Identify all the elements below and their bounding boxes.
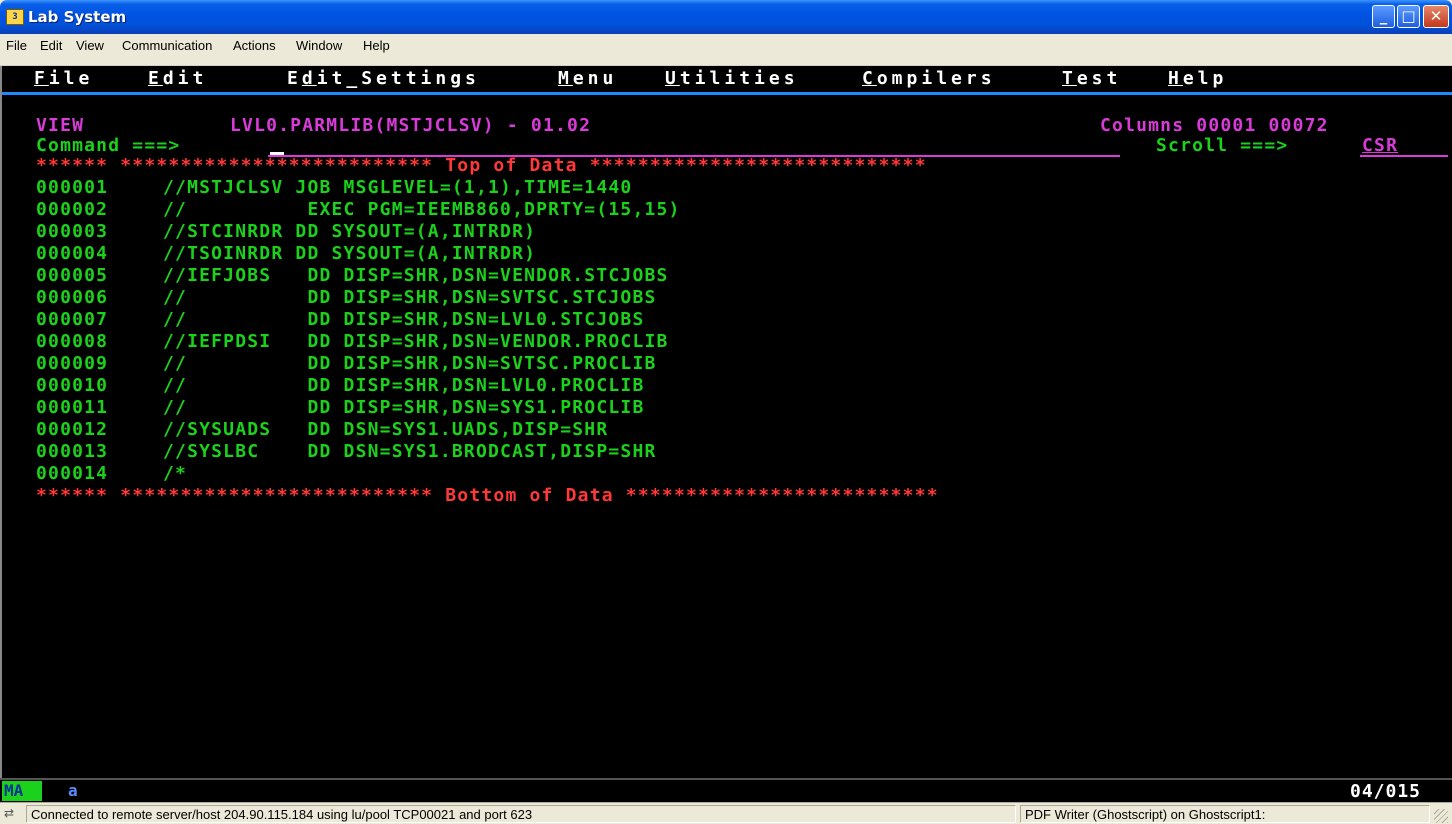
menu-window[interactable]: Window: [296, 38, 342, 53]
ispf-menu-file[interactable]: File: [34, 68, 93, 89]
close-button[interactable]: ✕: [1423, 5, 1449, 28]
menu-communication[interactable]: Communication: [122, 38, 212, 53]
oia-indicator: MA: [2, 781, 42, 801]
terminal-app-icon: 3: [6, 9, 24, 25]
line-number[interactable]: 000005: [36, 266, 108, 286]
connection-status: Connected to remote server/host 204.90.1…: [26, 805, 1016, 823]
printer-status: PDF Writer (Ghostscript) on Ghostscript1…: [1020, 805, 1430, 823]
line-number[interactable]: 000014: [36, 464, 108, 484]
line-number[interactable]: 000008: [36, 332, 108, 352]
line-number[interactable]: 000004: [36, 244, 108, 264]
ispf-menu-menu[interactable]: Menu: [558, 68, 617, 89]
ispf-action-bar: File Edit Edit_Settings Menu Utilities C…: [2, 68, 1452, 90]
action-bar-divider: [2, 92, 1452, 95]
host-menubar: File Edit View Communication Actions Win…: [0, 34, 1452, 66]
line-text[interactable]: //MSTJCLSV JOB MSGLEVEL=(1,1),TIME=1440: [163, 178, 632, 198]
menu-help[interactable]: Help: [363, 38, 390, 53]
menu-view[interactable]: View: [76, 38, 104, 53]
resize-grip-icon[interactable]: [1434, 809, 1448, 823]
window-title: Lab System: [28, 8, 127, 26]
line-number[interactable]: 000002: [36, 200, 108, 220]
line-number[interactable]: 000001: [36, 178, 108, 198]
operator-information-area: MA a 04/015: [0, 778, 1452, 802]
menu-actions[interactable]: Actions: [233, 38, 276, 53]
ispf-menu-edit[interactable]: Edit: [148, 68, 207, 89]
column-range: Columns 00001 00072: [1100, 115, 1329, 136]
line-number[interactable]: 000007: [36, 310, 108, 330]
line-text[interactable]: /*: [163, 464, 187, 484]
cursor-position: 04/015: [1350, 781, 1422, 802]
line-text[interactable]: // DD DISP=SHR,DSN=SYS1.PROCLIB: [163, 398, 644, 418]
menu-edit[interactable]: Edit: [40, 38, 62, 53]
line-text[interactable]: // DD DISP=SHR,DSN=LVL0.PROCLIB: [163, 376, 644, 396]
line-text[interactable]: //STCINRDR DD SYSOUT=(A,INTRDR): [163, 222, 536, 242]
ispf-menu-compilers[interactable]: Compilers: [862, 68, 996, 89]
line-text[interactable]: //SYSUADS DD DSN=SYS1.UADS,DISP=SHR: [163, 420, 608, 440]
line-text[interactable]: // DD DISP=SHR,DSN=SVTSC.PROCLIB: [163, 354, 657, 374]
line-text[interactable]: //IEFPDSI DD DISP=SHR,DSN=VENDOR.PROCLIB: [163, 332, 669, 352]
bottom-of-data-marker: ****** ************************** Bottom…: [36, 485, 939, 506]
dataset-name: LVL0.PARMLIB(MSTJCLSV) - 01.02: [230, 115, 592, 136]
line-text[interactable]: //TSOINRDR DD SYSOUT=(A,INTRDR): [163, 244, 536, 264]
ispf-menu-utilities[interactable]: Utilities: [665, 68, 799, 89]
line-number[interactable]: 000006: [36, 288, 108, 308]
scroll-field-underline: [1360, 155, 1448, 157]
line-number[interactable]: 000011: [36, 398, 108, 418]
scroll-label: Scroll ===>: [1156, 135, 1289, 156]
top-of-data-marker: ****** ************************** Top of…: [36, 155, 927, 176]
line-number[interactable]: 000010: [36, 376, 108, 396]
line-text[interactable]: // DD DISP=SHR,DSN=SVTSC.STCJOBS: [163, 288, 657, 308]
scroll-amount-input[interactable]: CSR: [1362, 136, 1398, 156]
line-text[interactable]: //SYSLBC DD DSN=SYS1.BRODCAST,DISP=SHR: [163, 442, 657, 462]
ispf-menu-edit-settings[interactable]: Edit_Settings: [287, 68, 480, 89]
status-bar: ⇄ Connected to remote server/host 204.90…: [0, 802, 1452, 824]
minimize-button[interactable]: _: [1372, 5, 1395, 28]
maximize-button[interactable]: □: [1397, 5, 1420, 28]
line-text[interactable]: //IEFJOBS DD DISP=SHR,DSN=VENDOR.STCJOBS: [163, 266, 669, 286]
connection-icon: ⇄: [4, 806, 15, 820]
line-number[interactable]: 000013: [36, 442, 108, 462]
line-number[interactable]: 000009: [36, 354, 108, 374]
line-number[interactable]: 000003: [36, 222, 108, 242]
window-title-bar[interactable]: 3 Lab System _ □ ✕: [0, 0, 1452, 34]
command-label: Command ===>: [36, 135, 181, 156]
menu-file[interactable]: File: [6, 38, 27, 53]
line-text[interactable]: // EXEC PGM=IEEMB860,DPRTY=(15,15): [163, 200, 681, 220]
line-number[interactable]: 000012: [36, 420, 108, 440]
line-text[interactable]: // DD DISP=SHR,DSN=LVL0.STCJOBS: [163, 310, 644, 330]
ispf-menu-test[interactable]: Test: [1062, 68, 1121, 89]
terminal-screen[interactable]: File Edit Edit_Settings Menu Utilities C…: [0, 66, 1452, 802]
ispf-menu-help[interactable]: Help: [1168, 68, 1227, 89]
oia-session-id: a: [68, 781, 78, 800]
editor-mode: VIEW: [36, 115, 85, 136]
